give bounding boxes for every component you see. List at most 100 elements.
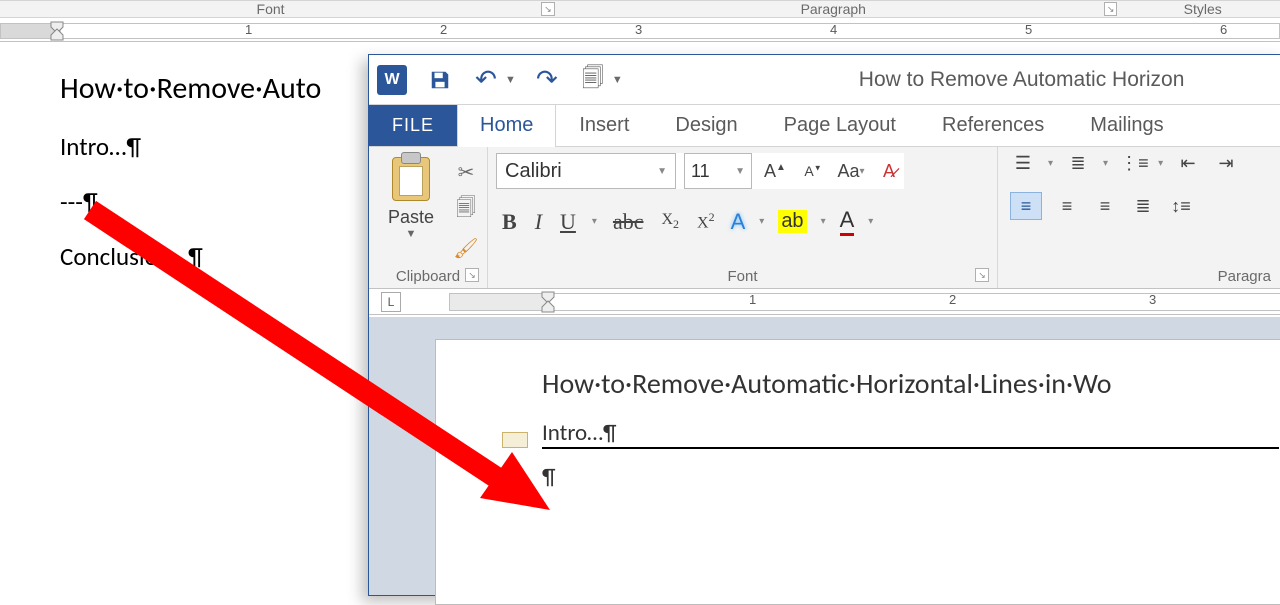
- group-paragraph-label: Paragra: [1218, 268, 1271, 285]
- bullets-icon: ☰: [1015, 153, 1031, 173]
- qat-more-button[interactable]: 🗐: [578, 65, 608, 95]
- ruler-num: 2: [949, 292, 956, 307]
- scissors-icon: ✂: [458, 160, 475, 185]
- font-name-value: Calibri: [505, 160, 562, 183]
- tab-page-layout[interactable]: Page Layout: [761, 105, 919, 146]
- group-font-label: Font: [727, 268, 757, 285]
- align-right-button[interactable]: ≡: [1092, 196, 1118, 217]
- fg-page[interactable]: How·to·Remove·Automatic·Horizontal·Lines…: [435, 339, 1280, 605]
- multilevel-button[interactable]: ⋮≡: [1120, 153, 1146, 174]
- ruler-num: 1: [749, 292, 756, 307]
- ruler-num: 1: [245, 22, 252, 37]
- text-effects-button[interactable]: A: [731, 209, 746, 235]
- copy-button[interactable]: 🗐: [453, 197, 479, 223]
- font-name-combo[interactable]: Calibri ▼: [496, 153, 676, 189]
- cut-button[interactable]: ✂: [453, 159, 479, 185]
- underline-button[interactable]: U: [558, 209, 578, 235]
- bg-group-paragraph: Paragraph: [563, 1, 1104, 17]
- grow-font-button[interactable]: A▲: [760, 153, 790, 189]
- line-spacing-button[interactable]: ↕≡: [1168, 196, 1194, 217]
- tab-design[interactable]: Design: [652, 105, 760, 146]
- font-color-button[interactable]: A: [840, 207, 855, 236]
- highlight-button[interactable]: ab: [778, 210, 806, 233]
- align-left-icon: ≡: [1021, 196, 1032, 217]
- clipboard-dialog-launcher-icon[interactable]: ↘: [465, 268, 479, 282]
- tab-selector-icon[interactable]: L: [381, 292, 401, 312]
- indent-icon: ⇥: [1219, 153, 1234, 173]
- chevron-down-icon[interactable]: ▾: [1103, 158, 1108, 169]
- ruler-num: 3: [1149, 292, 1156, 307]
- ruler-num: 3: [635, 22, 642, 37]
- bg-group-font: Font: [0, 1, 541, 17]
- group-clipboard: Paste ▼ ✂ 🗐 🖌 Clipboard ↘: [369, 147, 488, 288]
- tab-insert[interactable]: Insert: [556, 105, 652, 146]
- ribbon: Paste ▼ ✂ 🗐 🖌 Clipboard ↘ Calibri: [369, 147, 1280, 289]
- bold-button[interactable]: B: [500, 209, 519, 235]
- chevron-down-icon[interactable]: ▾: [759, 216, 764, 227]
- group-clipboard-label: Clipboard: [396, 268, 460, 285]
- shrink-font-button[interactable]: A▼: [798, 153, 828, 189]
- fg-document-pane[interactable]: How·to·Remove·Automatic·Horizontal·Lines…: [369, 317, 1280, 595]
- superscript-button[interactable]: X2: [695, 210, 717, 232]
- chevron-down-icon[interactable]: ▾: [868, 216, 873, 227]
- chevron-down-icon[interactable]: ▾: [1158, 158, 1163, 169]
- grow-font-icon: A▲: [764, 161, 786, 182]
- italic-button[interactable]: I: [533, 209, 544, 235]
- line-spacing-icon: ↕≡: [1171, 196, 1191, 216]
- paste-caret-icon[interactable]: ▼: [406, 228, 417, 240]
- eraser-icon: A̷: [883, 161, 895, 182]
- chevron-down-icon[interactable]: ▾: [821, 216, 826, 227]
- decrease-indent-button[interactable]: ⇤: [1175, 153, 1201, 174]
- align-center-button[interactable]: ≡: [1054, 196, 1080, 217]
- fg-doc-intro: Intro…¶: [542, 419, 1279, 449]
- bullets-button[interactable]: ☰: [1010, 153, 1036, 174]
- tab-mailings[interactable]: Mailings: [1067, 105, 1186, 146]
- undo-caret-icon[interactable]: ▼: [505, 74, 516, 86]
- multilevel-icon: ⋮≡: [1120, 153, 1149, 173]
- ruler-num: 5: [1025, 22, 1032, 37]
- redo-button[interactable]: ↷: [532, 65, 562, 95]
- bg-paragraph-dialog-launcher-icon[interactable]: ↘: [1104, 2, 1118, 16]
- increase-indent-button[interactable]: ⇥: [1213, 153, 1239, 174]
- fg-doc-title: How·to·Remove·Automatic·Horizontal·Lines…: [542, 366, 1279, 401]
- ruler-num: 4: [830, 22, 837, 37]
- format-painter-button[interactable]: 🖌: [453, 235, 479, 261]
- group-paragraph: ☰ ▾ ≣ ▾ ⋮≡ ▾ ⇤ ⇥ ≡ ≡ ≡ ≣ ↕≡ Paragra: [998, 147, 1280, 288]
- font-size-combo[interactable]: 11 ▼: [684, 153, 752, 189]
- undo-button[interactable]: ↶: [471, 65, 501, 95]
- align-left-button[interactable]: ≡: [1010, 192, 1042, 220]
- chevron-down-icon[interactable]: ▾: [592, 216, 597, 227]
- justify-button[interactable]: ≣: [1130, 196, 1156, 217]
- bg-font-dialog-launcher-icon[interactable]: ↘: [541, 2, 555, 16]
- window-title: How to Remove Automatic Horizon: [639, 68, 1276, 92]
- title-bar: W ↶ ▼ ↷ 🗐 ▼ How to Remove Automatic Hori…: [369, 55, 1280, 105]
- chevron-down-icon[interactable]: ▾: [1048, 158, 1053, 169]
- paste-options-icon[interactable]: [502, 432, 528, 448]
- indent-marker-icon[interactable]: [541, 291, 555, 313]
- bg-horizontal-ruler[interactable]: 1 2 3 4 5 6: [0, 20, 1280, 42]
- fg-horizontal-ruler[interactable]: L 1 2 3: [369, 289, 1280, 315]
- justify-icon: ≣: [1135, 196, 1150, 216]
- save-button[interactable]: [425, 65, 455, 95]
- numbering-button[interactable]: ≣: [1065, 153, 1091, 174]
- clear-formatting-button[interactable]: A̷: [874, 153, 904, 189]
- copy-icon: 🗐: [456, 193, 476, 227]
- tab-references[interactable]: References: [919, 105, 1067, 146]
- subscript-button[interactable]: X2: [659, 211, 681, 232]
- fg-doc-blank: ¶: [542, 463, 1279, 491]
- bg-group-styles: Styles: [1125, 1, 1280, 17]
- tab-file[interactable]: FILE: [369, 105, 457, 146]
- strikethrough-button[interactable]: abc: [611, 209, 646, 235]
- paste-label: Paste: [388, 207, 434, 228]
- font-dialog-launcher-icon[interactable]: ↘: [975, 268, 989, 282]
- indent-marker-icon[interactable]: [50, 21, 64, 41]
- clipboard-icon: [392, 157, 430, 201]
- tab-home[interactable]: Home: [457, 105, 556, 146]
- qat-customize-caret-icon[interactable]: ▼: [612, 74, 623, 86]
- paste-button[interactable]: Paste ▼: [377, 153, 445, 240]
- align-center-icon: ≡: [1062, 196, 1073, 216]
- group-font: Calibri ▼ 11 ▼ A▲ A▼ Aa▾ A̷ B I U ▾: [488, 147, 998, 288]
- ribbon-tabs: FILE Home Insert Design Page Layout Refe…: [369, 105, 1280, 147]
- change-case-button[interactable]: Aa▾: [836, 153, 866, 189]
- word-app-icon[interactable]: W: [377, 65, 407, 95]
